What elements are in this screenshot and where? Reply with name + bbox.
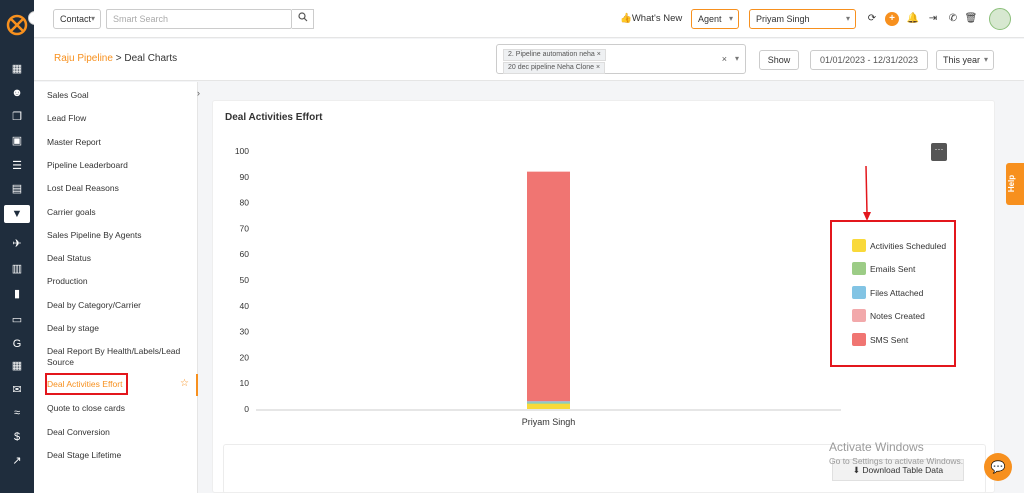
y-tick-label: 30 — [240, 327, 250, 337]
y-tick-label: 40 — [240, 301, 250, 311]
x-tick-label: Priyam Singh — [522, 417, 576, 427]
y-tick-label: 20 — [240, 352, 250, 362]
bar-segment — [527, 171, 570, 402]
y-tick-label: 50 — [240, 275, 250, 285]
y-tick-label: 60 — [240, 249, 250, 259]
y-tick-label: 0 — [244, 404, 249, 414]
bar-segment — [527, 401, 570, 403]
watermark-line-2: Go to Settings to activate Windows. — [829, 456, 964, 466]
y-tick-label: 70 — [240, 223, 250, 233]
help-tab[interactable]: Help — [1006, 163, 1024, 205]
windows-watermark: Activate Windows Go to Settings to activ… — [829, 440, 963, 466]
chat-icon[interactable]: 💬 — [984, 453, 1012, 481]
watermark-line-1: Activate Windows — [829, 440, 924, 454]
y-tick-label: 10 — [240, 378, 250, 388]
y-tick-label: 100 — [235, 146, 249, 156]
bar-segment — [527, 402, 570, 404]
legend-highlight-box — [830, 220, 956, 367]
bar-segment — [527, 403, 570, 409]
y-tick-label: 90 — [240, 172, 250, 182]
annotation-arrow-line — [865, 165, 868, 215]
y-tick-label: 80 — [240, 198, 250, 208]
